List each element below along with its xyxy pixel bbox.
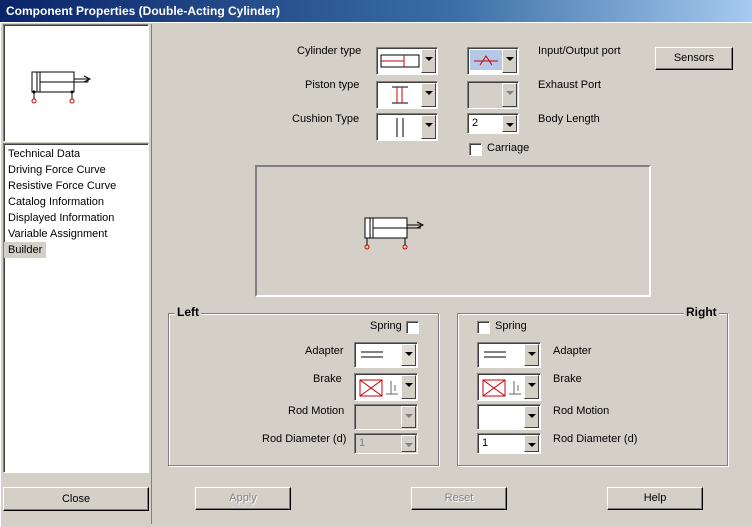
body-length-label: Body Length	[538, 113, 600, 125]
brake-icon	[482, 379, 521, 397]
cylinder-type-select[interactable]	[376, 47, 438, 75]
adapter-icon	[484, 351, 506, 358]
sidebar-item-builder[interactable]: Builder	[4, 242, 47, 258]
brake-icon	[359, 379, 398, 397]
right-rod-motion-label: Rod Motion	[553, 405, 610, 417]
io-port-label: Input/Output port	[538, 45, 621, 57]
sidebar-item-driving-force-curve[interactable]: Driving Force Curve	[4, 162, 148, 178]
cushion-type-label: Cushion Type	[292, 113, 360, 125]
chevron-down-icon[interactable]	[524, 344, 539, 366]
right-spring-checkbox[interactable]	[477, 321, 490, 334]
builder-canvas	[255, 165, 651, 297]
left-spring-checkbox[interactable]	[406, 321, 419, 334]
sidebar-item-displayed-information[interactable]: Displayed Information	[4, 210, 148, 226]
chevron-down-icon[interactable]	[401, 435, 416, 452]
chevron-down-icon[interactable]	[401, 375, 416, 399]
apply-button[interactable]: Apply	[195, 487, 291, 510]
chevron-down-icon[interactable]	[421, 49, 436, 73]
chevron-down-icon[interactable]	[401, 406, 416, 428]
carriage-checkbox[interactable]	[469, 143, 482, 156]
exhaust-port-label: Exhaust Port	[538, 79, 601, 91]
chevron-down-icon[interactable]	[524, 375, 539, 399]
component-preview	[3, 24, 149, 142]
body-length-value: 2	[472, 117, 479, 129]
left-rod-diameter-select[interactable]: 1	[354, 433, 418, 454]
window-title-bar: Component Properties (Double-Acting Cyli…	[0, 0, 752, 22]
chevron-down-icon[interactable]	[502, 115, 517, 132]
left-rod-motion-select[interactable]	[354, 404, 418, 430]
chevron-down-icon[interactable]	[502, 49, 517, 73]
left-group-title: Left	[175, 305, 201, 319]
exhaust-port-select[interactable]	[467, 81, 519, 109]
cylinder-type-label: Cylinder type	[297, 45, 362, 57]
left-rod-diameter-label: Rod Diameter (d)	[262, 433, 347, 445]
port-symbol-icon	[474, 55, 498, 66]
left-spring-label: Spring	[370, 320, 402, 332]
left-adapter-label: Adapter	[305, 345, 344, 357]
sidebar-item-technical-data[interactable]: Technical Data	[4, 146, 148, 162]
left-brake-select[interactable]	[354, 373, 418, 401]
chevron-down-icon[interactable]	[502, 83, 517, 107]
cushion-type-icon	[396, 118, 404, 137]
body-length-select[interactable]: 2	[467, 113, 519, 134]
cylinder-type-icon	[380, 54, 420, 68]
left-brake-label: Brake	[313, 373, 342, 385]
sidebar-item-variable-assignment[interactable]: Variable Assignment	[4, 226, 148, 242]
chevron-down-icon[interactable]	[524, 406, 539, 428]
reset-button[interactable]: Reset	[411, 487, 507, 510]
window-title: Component Properties (Double-Acting Cyli…	[6, 4, 281, 18]
piston-type-icon	[392, 86, 408, 104]
sidebar-item-catalog-information[interactable]: Catalog Information	[4, 194, 148, 210]
right-rod-diameter-select[interactable]: 1	[477, 433, 541, 454]
left-rod-diameter-value: 1	[359, 437, 366, 449]
chevron-down-icon[interactable]	[421, 83, 436, 107]
right-spring-label: Spring	[495, 320, 527, 332]
io-port-select[interactable]	[467, 47, 519, 75]
right-group-title: Right	[684, 305, 719, 319]
sensors-button[interactable]: Sensors	[655, 47, 733, 70]
piston-type-label: Piston type	[305, 79, 360, 91]
right-rod-diameter-value: 1	[482, 437, 489, 449]
right-brake-label: Brake	[553, 373, 582, 385]
cushion-type-select[interactable]	[376, 113, 438, 141]
left-rod-motion-label: Rod Motion	[288, 405, 345, 417]
carriage-label: Carriage	[487, 142, 530, 154]
right-adapter-select[interactable]	[477, 342, 541, 368]
chevron-down-icon[interactable]	[401, 344, 416, 366]
chevron-down-icon[interactable]	[421, 115, 436, 139]
close-button[interactable]: Close	[3, 487, 149, 511]
help-button[interactable]: Help	[607, 487, 703, 510]
left-adapter-select[interactable]	[354, 342, 418, 368]
right-rod-motion-select[interactable]	[477, 404, 541, 430]
property-page-list: Technical Data Driving Force Curve Resis…	[3, 143, 149, 473]
cylinder-symbol-icon	[31, 71, 92, 104]
right-rod-diameter-label: Rod Diameter (d)	[553, 433, 638, 445]
piston-type-select[interactable]	[376, 81, 438, 109]
chevron-down-icon[interactable]	[524, 435, 539, 452]
right-adapter-label: Adapter	[553, 345, 592, 357]
adapter-icon	[361, 351, 383, 358]
sidebar-item-resistive-force-curve[interactable]: Resistive Force Curve	[4, 178, 148, 194]
cylinder-preview-icon	[364, 217, 425, 250]
right-brake-select[interactable]	[477, 373, 541, 401]
